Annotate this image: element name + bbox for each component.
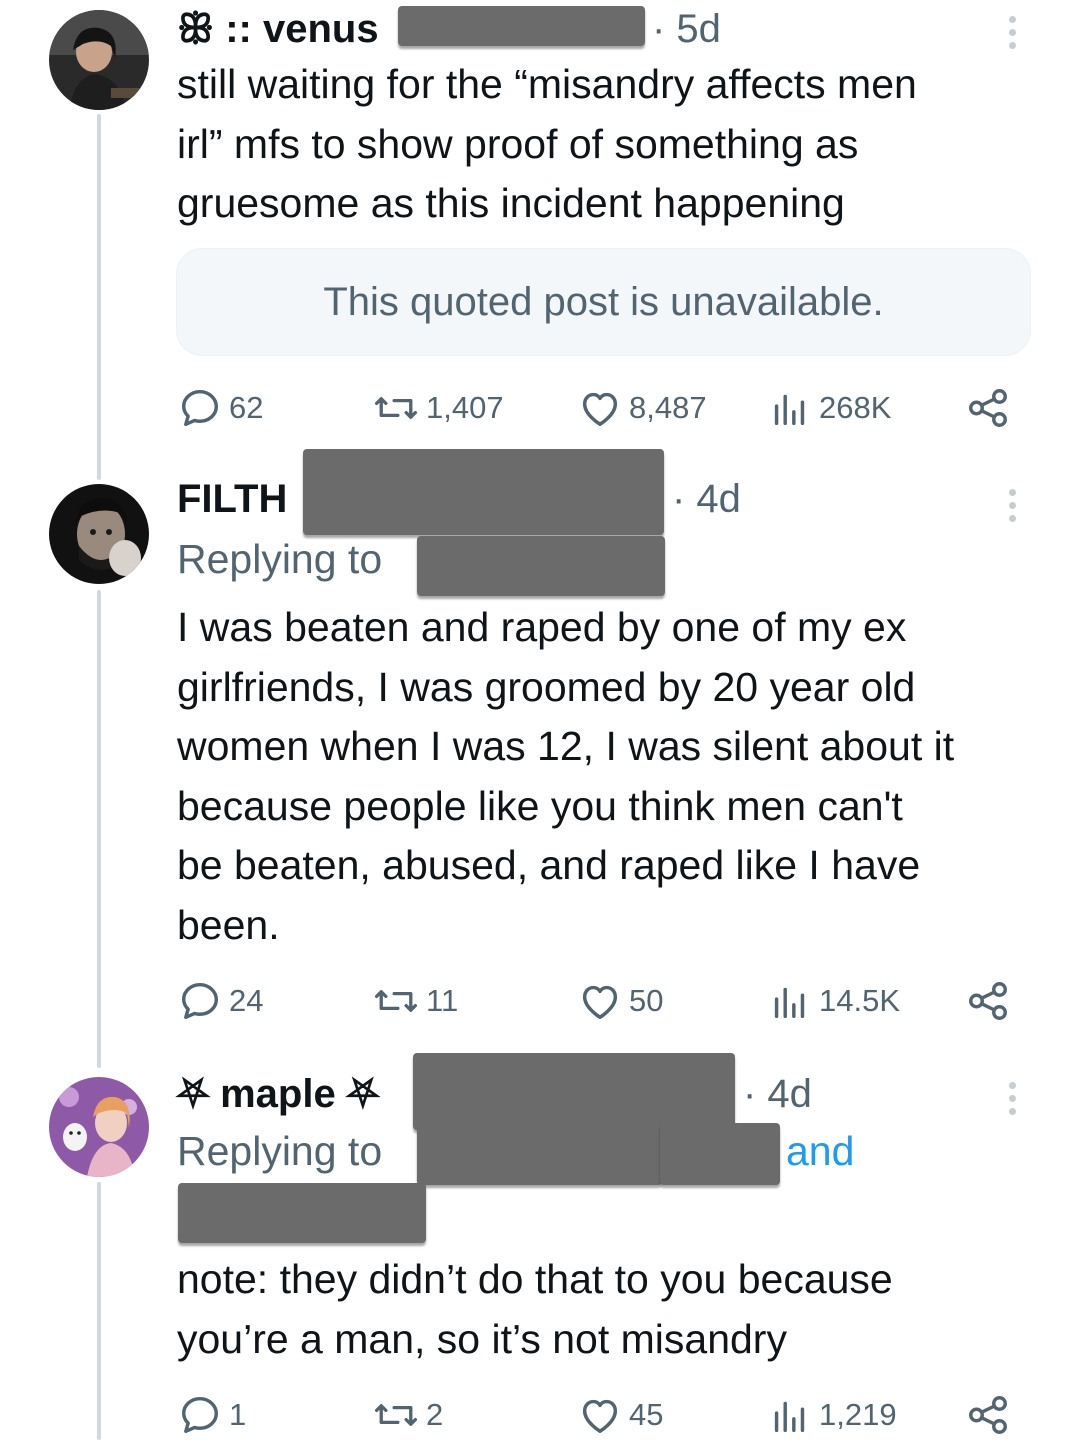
post-body: I was beaten and raped by one of my ex g… — [177, 598, 1037, 955]
replying-to-label: Replying to — [177, 536, 383, 582]
post-body-line: be beaten, abused, and raped like I have — [177, 842, 921, 888]
share-button[interactable] — [965, 978, 1011, 1024]
post-body: still waiting for the “misandry affects … — [177, 55, 1037, 234]
action-bar: 24 11 50 14.5K — [177, 978, 1017, 1028]
display-name[interactable]: FILTH — [177, 477, 287, 522]
share-button[interactable] — [965, 385, 1011, 431]
like-button[interactable]: 8,487 — [577, 385, 707, 431]
reply-icon — [181, 389, 219, 427]
post-header: FILTH — [177, 474, 287, 524]
display-name[interactable]: ⛧ maple ⛧ — [177, 1072, 379, 1117]
post-header: ꕥ :: venus — [177, 4, 379, 54]
post-time[interactable]: · 4d — [672, 477, 741, 522]
share-icon — [969, 982, 1007, 1020]
repost-icon — [374, 1404, 418, 1426]
reply-icon — [181, 982, 219, 1020]
views-button[interactable]: 1,219 — [767, 1392, 897, 1438]
post-time[interactable]: · 5d — [652, 7, 721, 52]
repost-icon — [374, 990, 418, 1012]
reply-button[interactable]: 62 — [177, 385, 263, 431]
post-body-line: note: they didn’t do that to you because — [177, 1256, 893, 1302]
views-count: 268K — [819, 390, 892, 425]
share-button[interactable] — [965, 1392, 1011, 1438]
repost-button[interactable]: 1,407 — [372, 385, 504, 431]
like-count: 8,487 — [629, 390, 707, 425]
like-icon — [582, 1399, 618, 1434]
share-icon — [969, 389, 1007, 427]
views-button[interactable]: 14.5K — [767, 978, 900, 1024]
like-button[interactable]: 45 — [577, 1392, 663, 1438]
post-time[interactable]: · 4d — [743, 1072, 812, 1117]
redacted-mention[interactable] — [417, 536, 665, 596]
views-button[interactable]: 268K — [767, 385, 891, 431]
reply-count: 1 — [229, 1397, 247, 1432]
repost-count: 2 — [426, 1397, 444, 1432]
avatar[interactable] — [49, 10, 149, 110]
post-body-line: gruesome as this incident happening — [177, 180, 845, 226]
post-body-line: you’re a man, so it’s not misandry — [177, 1315, 787, 1362]
thread-line — [97, 590, 101, 1068]
more-icon[interactable] — [1006, 1082, 1018, 1115]
views-count: 14.5K — [819, 983, 901, 1018]
like-icon — [582, 985, 618, 1020]
post-body: note: they didn’t do that to you because… — [177, 1250, 1037, 1369]
views-icon — [774, 394, 805, 426]
post-body-line: I was beaten and raped by one of my ex — [177, 604, 907, 650]
reply-count: 62 — [229, 390, 264, 425]
reply-button[interactable]: 1 — [177, 1392, 246, 1438]
redacted-mention[interactable] — [660, 1123, 780, 1185]
avatar[interactable] — [49, 484, 149, 584]
share-icon — [969, 1396, 1007, 1434]
avatar[interactable] — [49, 1077, 149, 1177]
redacted-mention[interactable] — [178, 1183, 426, 1243]
like-button[interactable]: 50 — [577, 978, 663, 1024]
repost-icon — [374, 397, 418, 419]
repost-count: 11 — [426, 983, 459, 1018]
post-body-line: still waiting for the “misandry affects … — [177, 61, 917, 107]
redacted-handle — [413, 1053, 735, 1130]
redacted-handle — [303, 449, 664, 535]
reply-button[interactable]: 24 — [177, 978, 263, 1024]
quoted-post-unavailable: This quoted post is unavailable. — [176, 248, 1031, 356]
reply-count: 24 — [229, 983, 264, 1018]
replying-and-link[interactable]: and — [786, 1128, 854, 1175]
reply-icon — [181, 1396, 219, 1434]
action-bar: 62 1,407 8,487 268K — [177, 385, 1017, 435]
more-icon[interactable] — [1006, 489, 1018, 522]
views-count: 1,219 — [819, 1397, 897, 1432]
repost-button[interactable]: 2 — [372, 1392, 443, 1438]
post-body-line: because people like you think men can't — [177, 782, 903, 829]
post-body-line: irl” mfs to show proof of something as — [177, 120, 859, 167]
thread-line — [97, 1182, 101, 1440]
views-icon — [774, 987, 805, 1019]
like-count: 50 — [629, 983, 664, 1018]
repost-button[interactable]: 11 — [372, 978, 458, 1024]
post-time-wrap: · 4d — [672, 474, 741, 524]
views-icon — [774, 1401, 805, 1433]
post-body-line: girlfriends, I was groomed by 20 year ol… — [177, 663, 916, 710]
redacted-handle — [398, 6, 645, 46]
quoted-post-text: This quoted post is unavailable. — [323, 279, 884, 324]
thread-line — [97, 114, 101, 480]
repost-count: 1,407 — [426, 390, 504, 425]
post-time-wrap: · 5d — [652, 4, 721, 54]
more-icon[interactable] — [1006, 16, 1018, 49]
post-body-line: been. — [177, 901, 280, 948]
like-icon — [582, 392, 618, 427]
action-bar: 1 2 45 1,219 — [177, 1392, 1017, 1440]
post-body-line: women when I was 12, I was silent about … — [177, 723, 955, 769]
like-count: 45 — [629, 1397, 664, 1432]
post-time-wrap: · 4d — [743, 1069, 812, 1119]
redacted-mention[interactable] — [417, 1125, 662, 1185]
replying-to-label: Replying to — [177, 1128, 383, 1174]
post-header: ⛧ maple ⛧ — [177, 1069, 379, 1119]
display-name[interactable]: ꕥ :: venus — [177, 7, 379, 52]
